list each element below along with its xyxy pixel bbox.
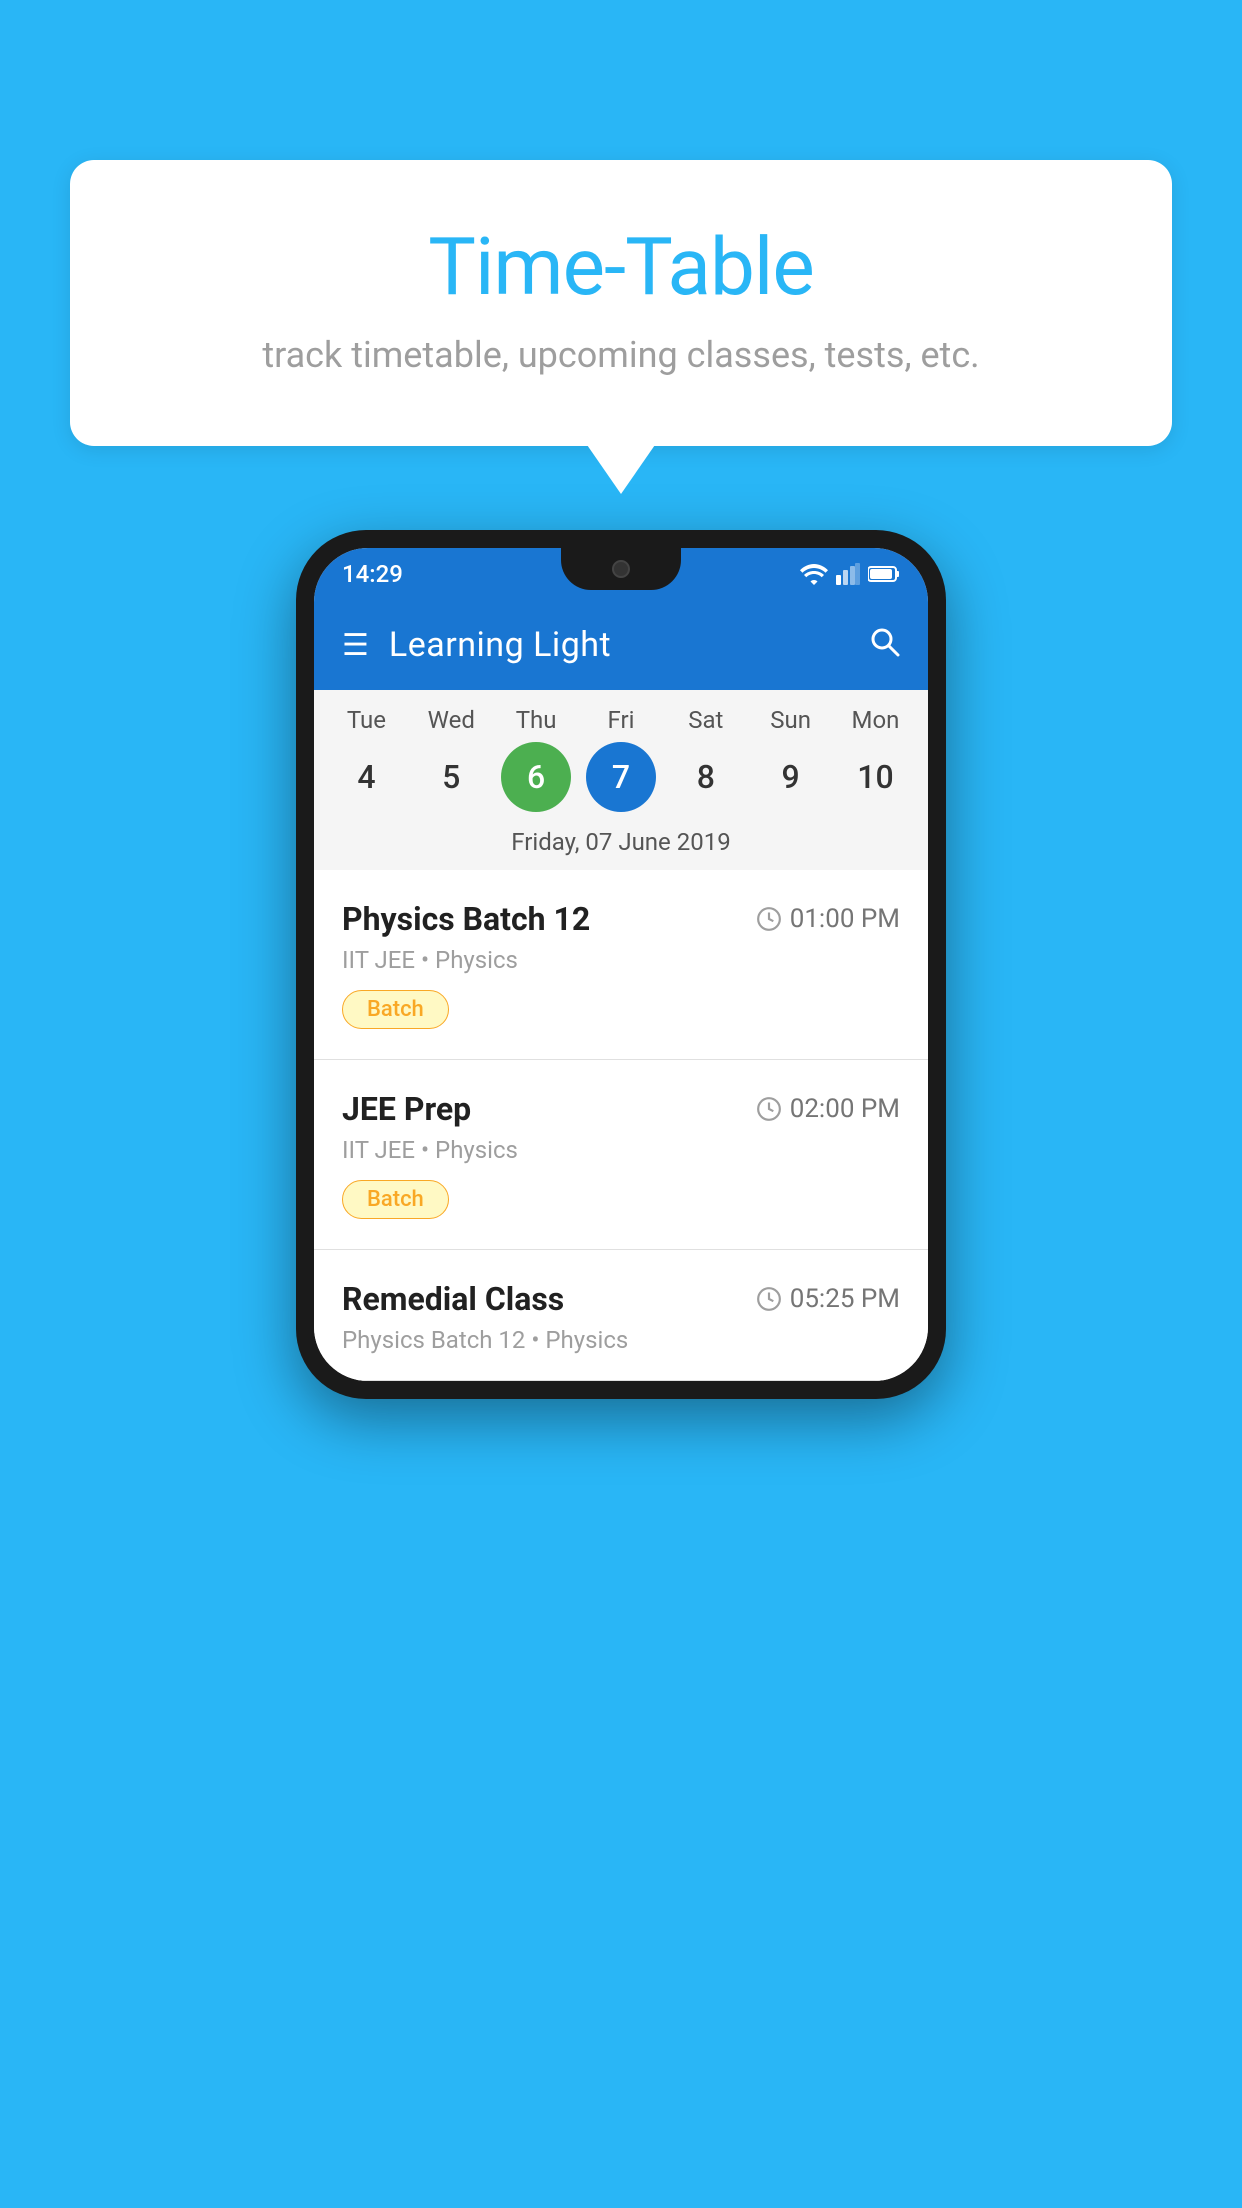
- search-icon[interactable]: [868, 625, 900, 665]
- clock-icon-2: [756, 1096, 782, 1122]
- clock-icon-3: [756, 1286, 782, 1312]
- status-bar: 14:29: [314, 548, 928, 600]
- day-name-sun: Sun: [756, 706, 826, 734]
- toolbar-left: ☰ Learning Light: [342, 625, 611, 665]
- item-2-badge: Batch: [342, 1180, 449, 1219]
- day-numbers-row: 4 5 6 7 8 9 10: [314, 742, 928, 828]
- item-2-subtitle: IIT JEE • Physics: [342, 1136, 900, 1164]
- selected-date-label: Friday, 07 June 2019: [314, 828, 928, 870]
- clock-icon-1: [756, 906, 782, 932]
- camera-dot: [612, 560, 630, 578]
- schedule-item-3[interactable]: Remedial Class 05:25 PM Physics Batch 12…: [314, 1250, 928, 1381]
- phone-frame: 14:29: [296, 530, 946, 1399]
- day-9[interactable]: 9: [756, 742, 826, 812]
- speech-bubble: Time-Table track timetable, upcoming cla…: [70, 160, 1172, 446]
- item-1-title: Physics Batch 12: [342, 900, 590, 938]
- hamburger-icon[interactable]: ☰: [342, 628, 369, 663]
- day-name-tue: Tue: [331, 706, 401, 734]
- speech-bubble-container: Time-Table track timetable, upcoming cla…: [70, 160, 1172, 446]
- schedule-item-1[interactable]: Physics Batch 12 01:00 PM IIT JEE • Phys…: [314, 870, 928, 1060]
- item-1-time-text: 01:00 PM: [790, 904, 900, 934]
- day-name-thu: Thu: [501, 706, 571, 734]
- bubble-subtitle: track timetable, upcoming classes, tests…: [150, 334, 1092, 376]
- phone-mockup: 14:29: [296, 530, 946, 1399]
- phone-screen: 14:29: [314, 548, 928, 1381]
- schedule-item-2[interactable]: JEE Prep 02:00 PM IIT JEE • Physics Batc…: [314, 1060, 928, 1250]
- item-1-subtitle: IIT JEE • Physics: [342, 946, 900, 974]
- item-3-header: Remedial Class 05:25 PM: [342, 1280, 900, 1318]
- day-7-selected[interactable]: 7: [586, 742, 656, 812]
- notch: [561, 548, 681, 590]
- day-6-today[interactable]: 6: [501, 742, 571, 812]
- day-name-fri: Fri: [586, 706, 656, 734]
- item-3-subtitle: Physics Batch 12 • Physics: [342, 1326, 900, 1354]
- status-time: 14:29: [342, 560, 403, 588]
- app-toolbar: ☰ Learning Light: [314, 600, 928, 690]
- item-2-time: 02:00 PM: [756, 1094, 900, 1124]
- day-4[interactable]: 4: [331, 742, 401, 812]
- item-1-badge: Batch: [342, 990, 449, 1029]
- day-5[interactable]: 5: [416, 742, 486, 812]
- item-1-time: 01:00 PM: [756, 904, 900, 934]
- schedule-list: Physics Batch 12 01:00 PM IIT JEE • Phys…: [314, 870, 928, 1381]
- day-name-sat: Sat: [671, 706, 741, 734]
- day-name-wed: Wed: [416, 706, 486, 734]
- signal-icon: [836, 563, 860, 585]
- item-3-time-text: 05:25 PM: [790, 1284, 900, 1314]
- day-10[interactable]: 10: [840, 742, 910, 812]
- day-8[interactable]: 8: [671, 742, 741, 812]
- item-3-time: 05:25 PM: [756, 1284, 900, 1314]
- item-2-header: JEE Prep 02:00 PM: [342, 1090, 900, 1128]
- item-3-title: Remedial Class: [342, 1280, 564, 1318]
- day-name-mon: Mon: [840, 706, 910, 734]
- calendar-section: Tue Wed Thu Fri Sat Sun Mon 4 5 6 7 8 9 …: [314, 690, 928, 870]
- day-names-row: Tue Wed Thu Fri Sat Sun Mon: [314, 706, 928, 742]
- item-2-time-text: 02:00 PM: [790, 1094, 900, 1124]
- item-2-title: JEE Prep: [342, 1090, 471, 1128]
- wifi-icon: [800, 563, 828, 585]
- app-title: Learning Light: [389, 625, 611, 665]
- status-icons: [800, 563, 900, 585]
- battery-icon: [868, 565, 900, 583]
- bubble-title: Time-Table: [150, 220, 1092, 314]
- item-1-header: Physics Batch 12 01:00 PM: [342, 900, 900, 938]
